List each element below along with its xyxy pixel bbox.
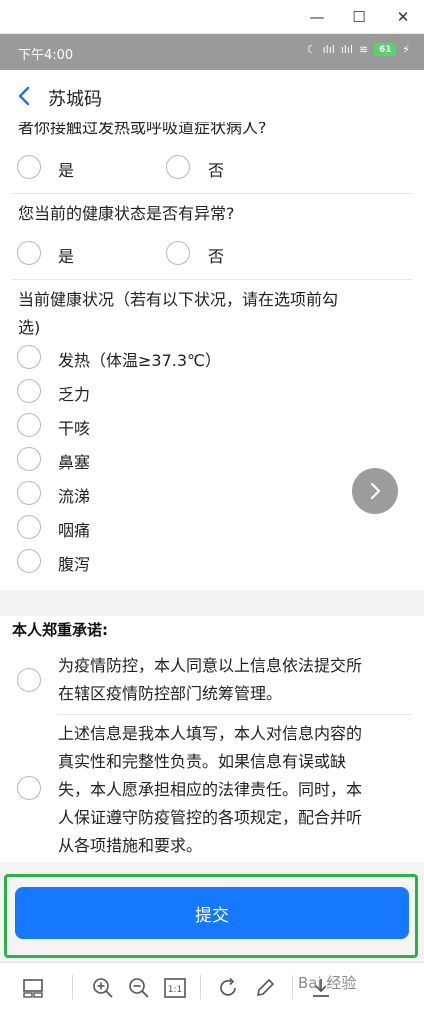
- rotate-icon[interactable]: [214, 973, 244, 1003]
- thumbnail-icon[interactable]: [18, 973, 48, 1003]
- q1-radio-no[interactable]: [166, 155, 190, 179]
- section-separator: [0, 590, 424, 616]
- symptom-label-diarrhea: 腹泻: [58, 555, 91, 574]
- symptom-checkbox-dry-cough[interactable]: [17, 413, 41, 437]
- chevron-right-icon: [370, 482, 381, 500]
- minimize-icon[interactable]: —: [302, 5, 332, 29]
- signal-icon: ılıl: [322, 43, 335, 56]
- watermark-text: Bai 经验: [298, 974, 357, 992]
- phone-status-bar: 下午4:00 ☾ ılıl ılıl ≋ 61 ⚡: [0, 34, 424, 70]
- symptom-checkbox-sore-throat[interactable]: [17, 515, 41, 539]
- question-2-text: 您当前的健康状态是否有异常?: [18, 204, 235, 223]
- zoom-out-icon[interactable]: [124, 973, 154, 1003]
- pledge-2-line3: 失，本人愿承担相应的法律责任。同时，本: [58, 780, 363, 799]
- pledge-1-checkbox[interactable]: [17, 668, 41, 692]
- maximize-icon[interactable]: ☐: [344, 5, 374, 29]
- toolbar-separator: [200, 975, 201, 999]
- pledge-2-text: 上述信息是我本人填写，本人对信息内容的 真实性和完整性负责。如果信息有误或缺 失…: [58, 720, 410, 860]
- charging-icon: ⚡: [402, 43, 410, 56]
- symptom-label-nasal-congestion: 鼻塞: [58, 453, 91, 472]
- q2-option-yes: 是: [58, 247, 75, 266]
- q2-radio-yes[interactable]: [17, 241, 41, 265]
- close-icon[interactable]: ✕: [388, 5, 418, 29]
- actual-size-icon[interactable]: 1:1: [160, 973, 190, 1003]
- alarm-icon: ☾: [306, 43, 317, 56]
- viewer-toolbar: 1:1: [0, 962, 424, 1026]
- submit-highlight-box: 提交: [4, 874, 418, 958]
- question-3-text-line1: 当前健康状况（若有以下状况，请在选项前勾: [18, 290, 339, 309]
- symptom-checkbox-diarrhea[interactable]: [17, 549, 41, 573]
- app-header: 苏城码: [0, 70, 424, 122]
- page-title: 苏城码: [48, 89, 102, 110]
- symptom-checkbox-runny-nose[interactable]: [17, 481, 41, 505]
- symptom-checkbox-fatigue[interactable]: [17, 379, 41, 403]
- signal-2-icon: ılıl: [340, 43, 354, 56]
- q2-radio-no[interactable]: [166, 241, 190, 265]
- window-title-bar: — ☐ ✕: [0, 0, 424, 34]
- symptom-label-sore-throat: 咽痛: [58, 521, 91, 540]
- question-3-text-line2: 选): [18, 318, 41, 337]
- form-content[interactable]: 者你接触过发热或呼吸道症状病人? 是 否 您当前的健康状态是否有异常? 是 否 …: [0, 122, 424, 862]
- divider: [12, 193, 412, 194]
- back-arrow-icon[interactable]: [12, 83, 38, 109]
- divider: [58, 714, 412, 715]
- pledge-2-line2: 真实性和完整性负责。如果信息有误或缺: [58, 752, 347, 771]
- pledge-2-line1: 上述信息是我本人填写，本人对信息内容的: [58, 724, 363, 743]
- divider: [12, 279, 412, 280]
- edit-pencil-icon[interactable]: [250, 973, 280, 1003]
- symptom-label-fever: 发热（体温≥37.3℃）: [58, 351, 222, 370]
- pledge-2-checkbox[interactable]: [17, 776, 41, 800]
- pledge-title: 本人郑重承诺:: [12, 621, 108, 639]
- q1-radio-yes[interactable]: [17, 155, 41, 179]
- pledge-1-text: 为疫情防控，本人同意以上信息依法提交所 在辖区疫情防控部门统筹管理。: [58, 652, 410, 708]
- question-1-text: 者你接触过发热或呼吸道症状病人?: [18, 122, 267, 137]
- pledge-1-line2: 在辖区疫情防控部门统筹管理。: [58, 684, 283, 703]
- q1-option-no: 否: [208, 161, 225, 180]
- pledge-2-line5: 从各项措施和要求。: [58, 836, 203, 855]
- svg-text:1:1: 1:1: [168, 985, 182, 995]
- toolbar-separator: [72, 975, 73, 999]
- toolbar-separator: [292, 975, 293, 999]
- symptom-checkbox-nasal-congestion[interactable]: [17, 447, 41, 471]
- zoom-in-icon[interactable]: [88, 973, 118, 1003]
- pledge-1-line1: 为疫情防控，本人同意以上信息依法提交所: [58, 656, 363, 675]
- q2-option-no: 否: [208, 247, 225, 266]
- submit-button[interactable]: 提交: [15, 887, 409, 939]
- status-time: 下午4:00: [18, 48, 74, 63]
- pledge-2-line4: 人保证遵守防疫管控的各项规定，配合并听: [58, 808, 363, 827]
- wifi-icon: ≋: [359, 43, 369, 56]
- symptom-label-fatigue: 乏力: [58, 385, 91, 404]
- battery-icon: 61: [374, 43, 397, 56]
- symptom-checkbox-fever[interactable]: [17, 345, 41, 369]
- symptom-label-runny-nose: 流涕: [58, 487, 91, 506]
- status-icons: ☾ ılıl ılıl ≋ 61 ⚡: [307, 43, 410, 56]
- q1-option-yes: 是: [58, 161, 75, 180]
- next-page-button[interactable]: [352, 468, 398, 514]
- symptom-label-dry-cough: 干咳: [58, 419, 91, 438]
